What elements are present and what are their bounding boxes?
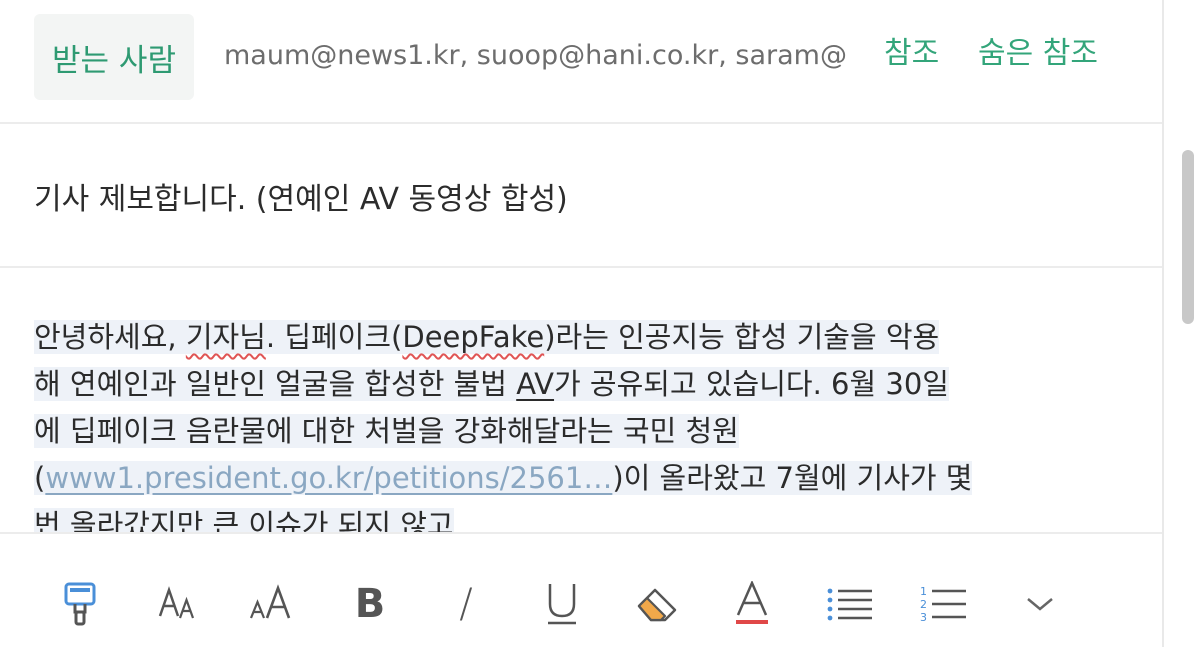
to-label-button[interactable]: 받는 사람 [34, 14, 194, 100]
compose-window: 받는 사람 maum@news1.kr, suoop@hani.co.kr, s… [0, 0, 1162, 647]
body-text-segment: )이 올라왔고 7월에 기사가 몇 [612, 461, 973, 495]
paint-brush-icon[interactable] [52, 576, 108, 632]
italic-label: / [459, 581, 473, 627]
subject-field[interactable]: 기사 제보합니다. (연예인 AV 동영상 합성) [34, 174, 568, 218]
to-address-field[interactable]: maum@news1.kr, suoop@hani.co.kr, saram@ [224, 40, 876, 80]
svg-text:1: 1 [920, 585, 927, 598]
chevron-down-icon[interactable] [1012, 576, 1068, 632]
scrollbar[interactable] [1162, 0, 1200, 647]
body-text[interactable]: 안녕하세요, 기자님. 딥페이크(DeepFake)라는 인공지능 합성 기술을… [34, 314, 1134, 532]
bold-label: B [354, 581, 386, 627]
font-size-increase-icon[interactable] [244, 576, 300, 632]
font-color-icon[interactable] [724, 576, 780, 632]
misspelled-word: 기자님 [185, 320, 266, 354]
recipients-row: 받는 사람 maum@news1.kr, suoop@hani.co.kr, s… [0, 0, 1162, 124]
bullet-list-icon[interactable] [822, 576, 878, 632]
numbered-list-icon[interactable]: 123 [916, 576, 972, 632]
svg-text:3: 3 [920, 611, 927, 624]
body-text-segment: . 딥페이크( [265, 320, 403, 354]
body-text-segment: )라는 인공지능 합성 기술을 악용 [544, 320, 940, 354]
bold-icon[interactable]: B [342, 576, 398, 632]
underline-icon[interactable] [534, 576, 590, 632]
body-text-segment: 해 연예인과 일반인 얼굴을 합성한 불법 [34, 367, 517, 401]
scrollbar-thumb[interactable] [1182, 150, 1194, 324]
petition-link[interactable]: www1.president.go.kr/petitions/2561… [45, 461, 612, 495]
body-text-segment: 가 공유되고 있습니다. 6월 30일 [554, 367, 949, 401]
bcc-button[interactable]: 숨은 참조 [978, 28, 1098, 72]
format-toolbar: B / 123 [0, 532, 1162, 647]
eraser-icon[interactable] [630, 576, 686, 632]
body-text-segment: 안녕하세요, [34, 320, 186, 354]
misspelled-word: DeepFake [402, 320, 545, 354]
body-text-segment: ( [34, 461, 46, 495]
svg-text:2: 2 [920, 598, 927, 611]
body-text-segment: 에 딥페이크 음란물에 대한 처벌을 강화해달라는 국민 청원 [34, 414, 739, 448]
body-text-segment: 번 올라갔지만 큰 이슈가 되지 않고 [34, 508, 454, 532]
italic-icon[interactable]: / [438, 576, 494, 632]
cc-button[interactable]: 참조 [884, 28, 939, 72]
subject-row: 기사 제보합니다. (연예인 AV 동영상 합성) [0, 124, 1162, 268]
underlined-word: AV [516, 367, 555, 401]
message-body[interactable]: 안녕하세요, 기자님. 딥페이크(DeepFake)라는 인공지능 합성 기술을… [0, 268, 1162, 532]
font-size-decrease-icon[interactable] [150, 576, 206, 632]
